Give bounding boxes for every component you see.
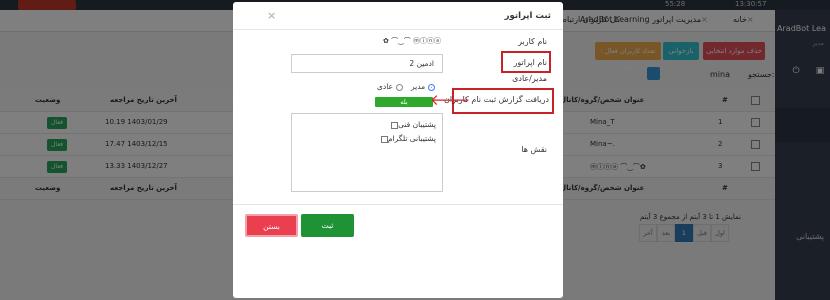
operator-name-highlight <box>501 51 551 73</box>
role-telegram-support-checkbox[interactable] <box>380 135 388 143</box>
submit-button[interactable]: ثبت <box>301 214 354 237</box>
arrow-left-icon: 🡐 <box>430 91 471 109</box>
radio-admin[interactable]: مدیر <box>411 82 436 91</box>
footer-divider <box>233 204 563 205</box>
close-icon[interactable]: × <box>267 9 276 22</box>
register-operator-modal: ثبت اپراتور × نام کاربر ✿ ⌒‿⌒ ⓜⓘⓝⓐ نام ا… <box>233 2 563 298</box>
role-technical-support-label: پشتیبان فنی <box>398 120 436 129</box>
report-yes-toggle[interactable]: بله <box>375 97 433 107</box>
close-button[interactable]: بستن <box>245 214 298 237</box>
radio-normal[interactable]: عادی <box>377 82 403 91</box>
radio-admin-label: مدیر <box>411 82 426 91</box>
role-telegram-support[interactable]: پشتیبانی تلگرام <box>378 134 436 143</box>
header-divider <box>233 29 563 30</box>
username-value: ✿ ⌒‿⌒ ⓜⓘⓝⓐ <box>383 37 441 45</box>
role-technical-support[interactable]: پشتیبان فنی <box>388 120 436 129</box>
role-telegram-support-label: پشتیبانی تلگرام <box>387 134 436 143</box>
roles-list: پشتیبان فنی پشتیبانی تلگرام <box>291 113 443 192</box>
role-type-label: مدیر/عادی <box>512 74 547 83</box>
roles-label: نقش ها <box>521 145 547 154</box>
username-label: نام کاربر <box>518 37 547 46</box>
radio-normal-dot[interactable] <box>395 83 403 91</box>
radio-normal-label: عادی <box>377 82 393 91</box>
operator-name-input[interactable]: ادمین 2 <box>291 54 443 73</box>
radio-admin-dot[interactable] <box>428 83 436 91</box>
modal-title: ثبت اپراتور <box>504 11 551 21</box>
